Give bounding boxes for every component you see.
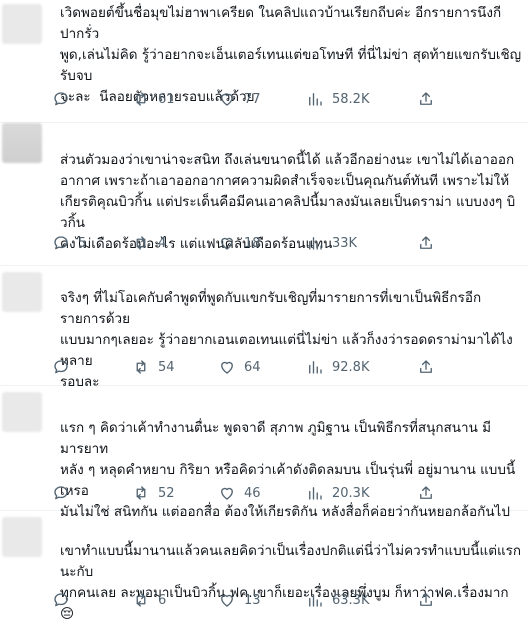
avatar[interactable] bbox=[2, 392, 42, 432]
retweet-icon bbox=[132, 90, 150, 108]
analytics-icon bbox=[306, 591, 324, 609]
heart-icon bbox=[218, 90, 236, 108]
retweet-button[interactable]: 52 bbox=[132, 482, 175, 504]
heart-icon bbox=[218, 484, 236, 502]
retweet-icon bbox=[132, 591, 150, 609]
views-button[interactable]: 20.3K bbox=[306, 482, 369, 504]
analytics-icon bbox=[306, 234, 324, 252]
retweet-button[interactable]: 54 bbox=[132, 356, 175, 378]
reply-icon bbox=[52, 90, 70, 108]
share-button[interactable] bbox=[417, 232, 435, 254]
like-button[interactable]: 77 bbox=[218, 88, 261, 110]
retweet-icon bbox=[132, 358, 150, 376]
reply-button[interactable] bbox=[52, 482, 78, 504]
analytics-icon bbox=[306, 484, 324, 502]
reply-icon bbox=[52, 591, 70, 609]
like-count: 13 bbox=[244, 592, 261, 608]
views-button[interactable]: 92.8K bbox=[306, 356, 369, 378]
analytics-icon bbox=[306, 90, 324, 108]
view-count: 63.3K bbox=[332, 592, 370, 608]
heart-icon bbox=[218, 358, 236, 376]
reply-count: 5 bbox=[78, 235, 87, 251]
retweet-count: 6 bbox=[158, 592, 167, 608]
heart-icon bbox=[218, 234, 236, 252]
retweet-count: 61 bbox=[158, 91, 175, 107]
tweet-card[interactable]: จริงๆ ที่ไม่โอเคกับคำพูดที่พูดกับแขกรับเ… bbox=[0, 266, 528, 390]
views-button[interactable]: 33K bbox=[306, 232, 357, 254]
like-count: 77 bbox=[244, 91, 261, 107]
tweet-card[interactable]: เวิดพอยต์ขึ้นชื่อมุขไม่ฮาพาเครียด ในคลิป… bbox=[0, 0, 528, 123]
avatar[interactable] bbox=[2, 123, 42, 163]
share-icon bbox=[417, 591, 435, 609]
like-button[interactable]: 46 bbox=[218, 482, 261, 504]
retweet-count: 52 bbox=[158, 485, 175, 501]
retweet-button[interactable]: 4 bbox=[132, 232, 166, 254]
reply-icon bbox=[52, 358, 70, 376]
avatar[interactable] bbox=[2, 272, 42, 312]
like-count: 46 bbox=[244, 485, 261, 501]
tweet-card[interactable]: ส่วนตัวมองว่าเขาน่าจะสนิท ถึงเล่นขนาดนี้… bbox=[0, 123, 528, 266]
like-button[interactable]: 13 bbox=[218, 589, 261, 611]
reply-button[interactable] bbox=[52, 356, 78, 378]
retweet-count: 54 bbox=[158, 359, 175, 375]
like-button[interactable]: 64 bbox=[218, 356, 261, 378]
share-button[interactable] bbox=[417, 356, 435, 378]
reply-button[interactable] bbox=[52, 88, 78, 110]
retweet-icon bbox=[132, 484, 150, 502]
share-icon bbox=[417, 90, 435, 108]
analytics-icon bbox=[306, 358, 324, 376]
like-button[interactable]: 18 bbox=[218, 232, 261, 254]
views-button[interactable]: 63.3K bbox=[306, 589, 369, 611]
share-icon bbox=[417, 358, 435, 376]
avatar[interactable] bbox=[2, 4, 42, 44]
share-button[interactable] bbox=[417, 589, 435, 611]
view-count: 20.3K bbox=[332, 485, 370, 501]
retweet-button[interactable]: 61 bbox=[132, 88, 175, 110]
view-count: 33K bbox=[332, 235, 358, 251]
share-icon bbox=[417, 484, 435, 502]
share-button[interactable] bbox=[417, 88, 435, 110]
avatar[interactable] bbox=[2, 517, 42, 557]
reply-button[interactable] bbox=[52, 589, 78, 611]
tweet-text: แรก ๆ คิดว่าเค้าทำงานตื่นะ พูดจาดี สุภาพ… bbox=[60, 420, 516, 520]
like-count: 64 bbox=[244, 359, 261, 375]
share-button[interactable] bbox=[417, 482, 435, 504]
retweet-icon bbox=[132, 234, 150, 252]
like-count: 18 bbox=[244, 235, 261, 251]
tweet-card[interactable]: เขาทำแบบนี้มานานแล้วคนเลยคิดว่าเป็นเรื่อ… bbox=[0, 511, 528, 622]
heart-icon bbox=[218, 591, 236, 609]
retweet-count: 4 bbox=[158, 235, 167, 251]
tweet-card[interactable]: แรก ๆ คิดว่าเค้าทำงานตื่นะ พูดจาดี สุภาพ… bbox=[0, 386, 528, 520]
views-button[interactable]: 58.2K bbox=[306, 88, 369, 110]
reply-icon bbox=[52, 484, 70, 502]
reply-icon bbox=[52, 234, 70, 252]
reply-button[interactable]: 5 bbox=[52, 232, 86, 254]
view-count: 92.8K bbox=[332, 359, 370, 375]
view-count: 58.2K bbox=[332, 91, 370, 107]
tweet-text: เขาทำแบบนี้มานานแล้วคนเลยคิดว่าเป็นเรื่อ… bbox=[60, 543, 522, 622]
share-icon bbox=[417, 234, 435, 252]
retweet-button[interactable]: 6 bbox=[132, 589, 166, 611]
